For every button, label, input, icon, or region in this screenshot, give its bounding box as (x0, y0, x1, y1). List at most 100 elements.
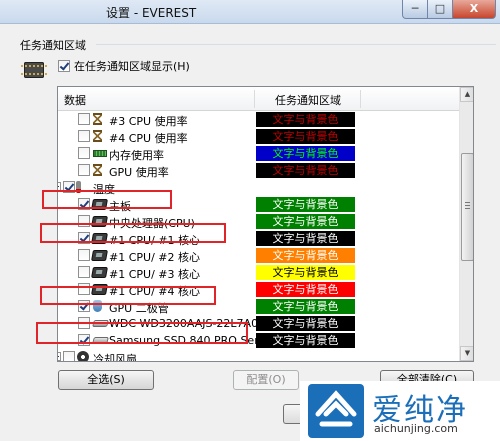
row-label: WDC WD3200AAJS-22L7A0 (109, 317, 259, 330)
list-item[interactable]: 主板 文字与背景色 (58, 196, 459, 213)
chip-icon (92, 251, 107, 260)
window-title: 设置 - EVEREST (106, 6, 197, 20)
row-label: #1 CPU/ #3 核心 (109, 268, 200, 281)
color-swatch[interactable]: 文字与背景色 (256, 197, 355, 212)
row-label: #1 CPU/ #2 核心 (109, 251, 200, 264)
row-checkbox[interactable] (78, 215, 90, 227)
color-swatch[interactable]: 文字与背景色 (256, 248, 355, 263)
row-checkbox[interactable] (78, 300, 90, 312)
gpu-icon (93, 300, 102, 312)
hard-disk-icon (92, 320, 109, 327)
chip-icon (92, 268, 107, 277)
row-label: 内存使用率 (109, 149, 164, 162)
maximize-button[interactable]: □ (427, 0, 453, 19)
fan-icon (77, 351, 89, 361)
row-label: 中央处理器(CPU) (109, 217, 195, 230)
row-checkbox[interactable] (78, 164, 90, 176)
data-list[interactable]: 数据 任务通知区域 #3 CPU 使用率 文字与背景色 #4 CPU 使用率 文字与背… (57, 86, 474, 362)
column-separator (360, 90, 361, 108)
color-swatch[interactable]: 文字与背景色 (256, 112, 355, 127)
chip-icon (21, 62, 47, 78)
color-swatch[interactable]: 文字与背景色 (256, 163, 355, 178)
configure-button[interactable]: 配置(O) (233, 370, 299, 390)
row-label: #3 CPU 使用率 (109, 115, 188, 128)
row-checkbox[interactable] (78, 266, 90, 278)
chip-icon (92, 285, 107, 294)
column-header-data[interactable]: 数据 (64, 92, 86, 108)
scroll-down-icon[interactable]: ▼ (460, 346, 473, 361)
row-checkbox[interactable] (63, 351, 75, 361)
row-checkbox[interactable] (78, 130, 90, 142)
row-checkbox[interactable] (78, 147, 90, 159)
list-rows: #3 CPU 使用率 文字与背景色 #4 CPU 使用率 文字与背景色 内存使用率 文字与… (58, 111, 459, 362)
row-label: 主板 (109, 200, 131, 213)
row-label: 温度 (93, 183, 115, 196)
row-label: 冷却风扇 (93, 353, 137, 362)
scroll-thumb[interactable] (461, 153, 473, 261)
color-swatch[interactable]: 文字与背景色 (256, 146, 355, 161)
list-item[interactable]: 冷却风扇 (58, 349, 459, 362)
close-button[interactable]: X (452, 0, 496, 19)
color-swatch[interactable]: 文字与背景色 (256, 316, 355, 331)
title-bar: 设置 - EVEREST ─ □ X (0, 0, 500, 24)
watermark-logo-icon (308, 384, 364, 438)
row-label: #4 CPU 使用率 (109, 132, 188, 145)
chip-icon (92, 234, 107, 243)
show-in-tray-label: 在任务通知区域显示(H) (74, 60, 190, 73)
memory-icon (93, 150, 107, 157)
chip-icon (92, 200, 107, 209)
tree-expander-icon[interactable] (58, 352, 61, 361)
list-item[interactable]: 温度 (58, 179, 459, 196)
color-swatch[interactable]: 文字与背景色 (256, 299, 355, 314)
thermometer-icon (76, 181, 81, 193)
hard-disk-icon (92, 337, 109, 344)
color-swatch[interactable]: 文字与背景色 (256, 231, 355, 246)
row-label: #1 CPU/ #1 核心 (109, 234, 200, 247)
row-checkbox[interactable] (78, 113, 90, 125)
list-item[interactable]: #1 CPU/ #2 核心 文字与背景色 (58, 247, 459, 264)
tree-expander-icon[interactable] (58, 182, 61, 191)
hourglass-icon (93, 130, 102, 142)
group-title: 任务通知区域 (20, 39, 86, 52)
row-label: GPU 使用率 (109, 166, 169, 179)
list-item[interactable]: GPU 二极管 文字与背景色 (58, 298, 459, 315)
hourglass-icon (93, 164, 102, 176)
show-in-tray-checkbox[interactable] (58, 60, 70, 72)
row-checkbox[interactable] (78, 198, 90, 210)
list-item[interactable]: 内存使用率 文字与背景色 (58, 145, 459, 162)
color-swatch[interactable]: 文字与背景色 (256, 214, 355, 229)
scroll-up-icon[interactable]: ▲ (460, 87, 473, 102)
row-checkbox[interactable] (78, 249, 90, 261)
list-item[interactable]: #1 CPU/ #3 核心 文字与背景色 (58, 264, 459, 281)
row-label: Samsung SSD 840 PRO Series (109, 334, 275, 347)
select-all-button[interactable]: 全选(S) (58, 370, 154, 390)
color-swatch[interactable]: 文字与背景色 (256, 129, 355, 144)
color-swatch[interactable]: 文字与背景色 (256, 333, 355, 348)
hourglass-icon (93, 113, 102, 125)
group-divider (96, 44, 496, 45)
list-header: 数据 任务通知区域 (58, 87, 459, 111)
list-item[interactable]: WDC WD3200AAJS-22L7A0 文字与背景色 (58, 315, 459, 332)
list-item[interactable]: #1 CPU/ #4 核心 文字与背景色 (58, 281, 459, 298)
list-item[interactable]: #4 CPU 使用率 文字与背景色 (58, 128, 459, 145)
row-label: GPU 二极管 (109, 302, 169, 315)
color-swatch[interactable]: 文字与背景色 (256, 265, 355, 280)
list-item[interactable]: 中央处理器(CPU) 文字与背景色 (58, 213, 459, 230)
row-checkbox[interactable] (78, 283, 90, 295)
watermark-url: aichunjing.com (374, 422, 458, 435)
row-checkbox[interactable] (78, 317, 90, 329)
list-item[interactable]: #1 CPU/ #1 核心 文字与背景色 (58, 230, 459, 247)
column-header-tray[interactable]: 任务通知区域 (258, 92, 358, 108)
list-item[interactable]: GPU 使用率 文字与背景色 (58, 162, 459, 179)
row-checkbox[interactable] (78, 334, 90, 346)
list-item[interactable]: Samsung SSD 840 PRO Series 文字与背景色 (58, 332, 459, 349)
list-item[interactable]: #3 CPU 使用率 文字与背景色 (58, 111, 459, 128)
minimize-button[interactable]: ─ (402, 0, 428, 19)
column-separator (254, 90, 255, 108)
vertical-scrollbar[interactable]: ▲ ▼ (459, 87, 473, 361)
row-checkbox[interactable] (78, 232, 90, 244)
show-in-tray-option[interactable]: 在任务通知区域显示(H) (58, 58, 190, 74)
row-checkbox[interactable] (63, 181, 75, 193)
chip-icon (92, 217, 107, 226)
color-swatch[interactable]: 文字与背景色 (256, 282, 355, 297)
